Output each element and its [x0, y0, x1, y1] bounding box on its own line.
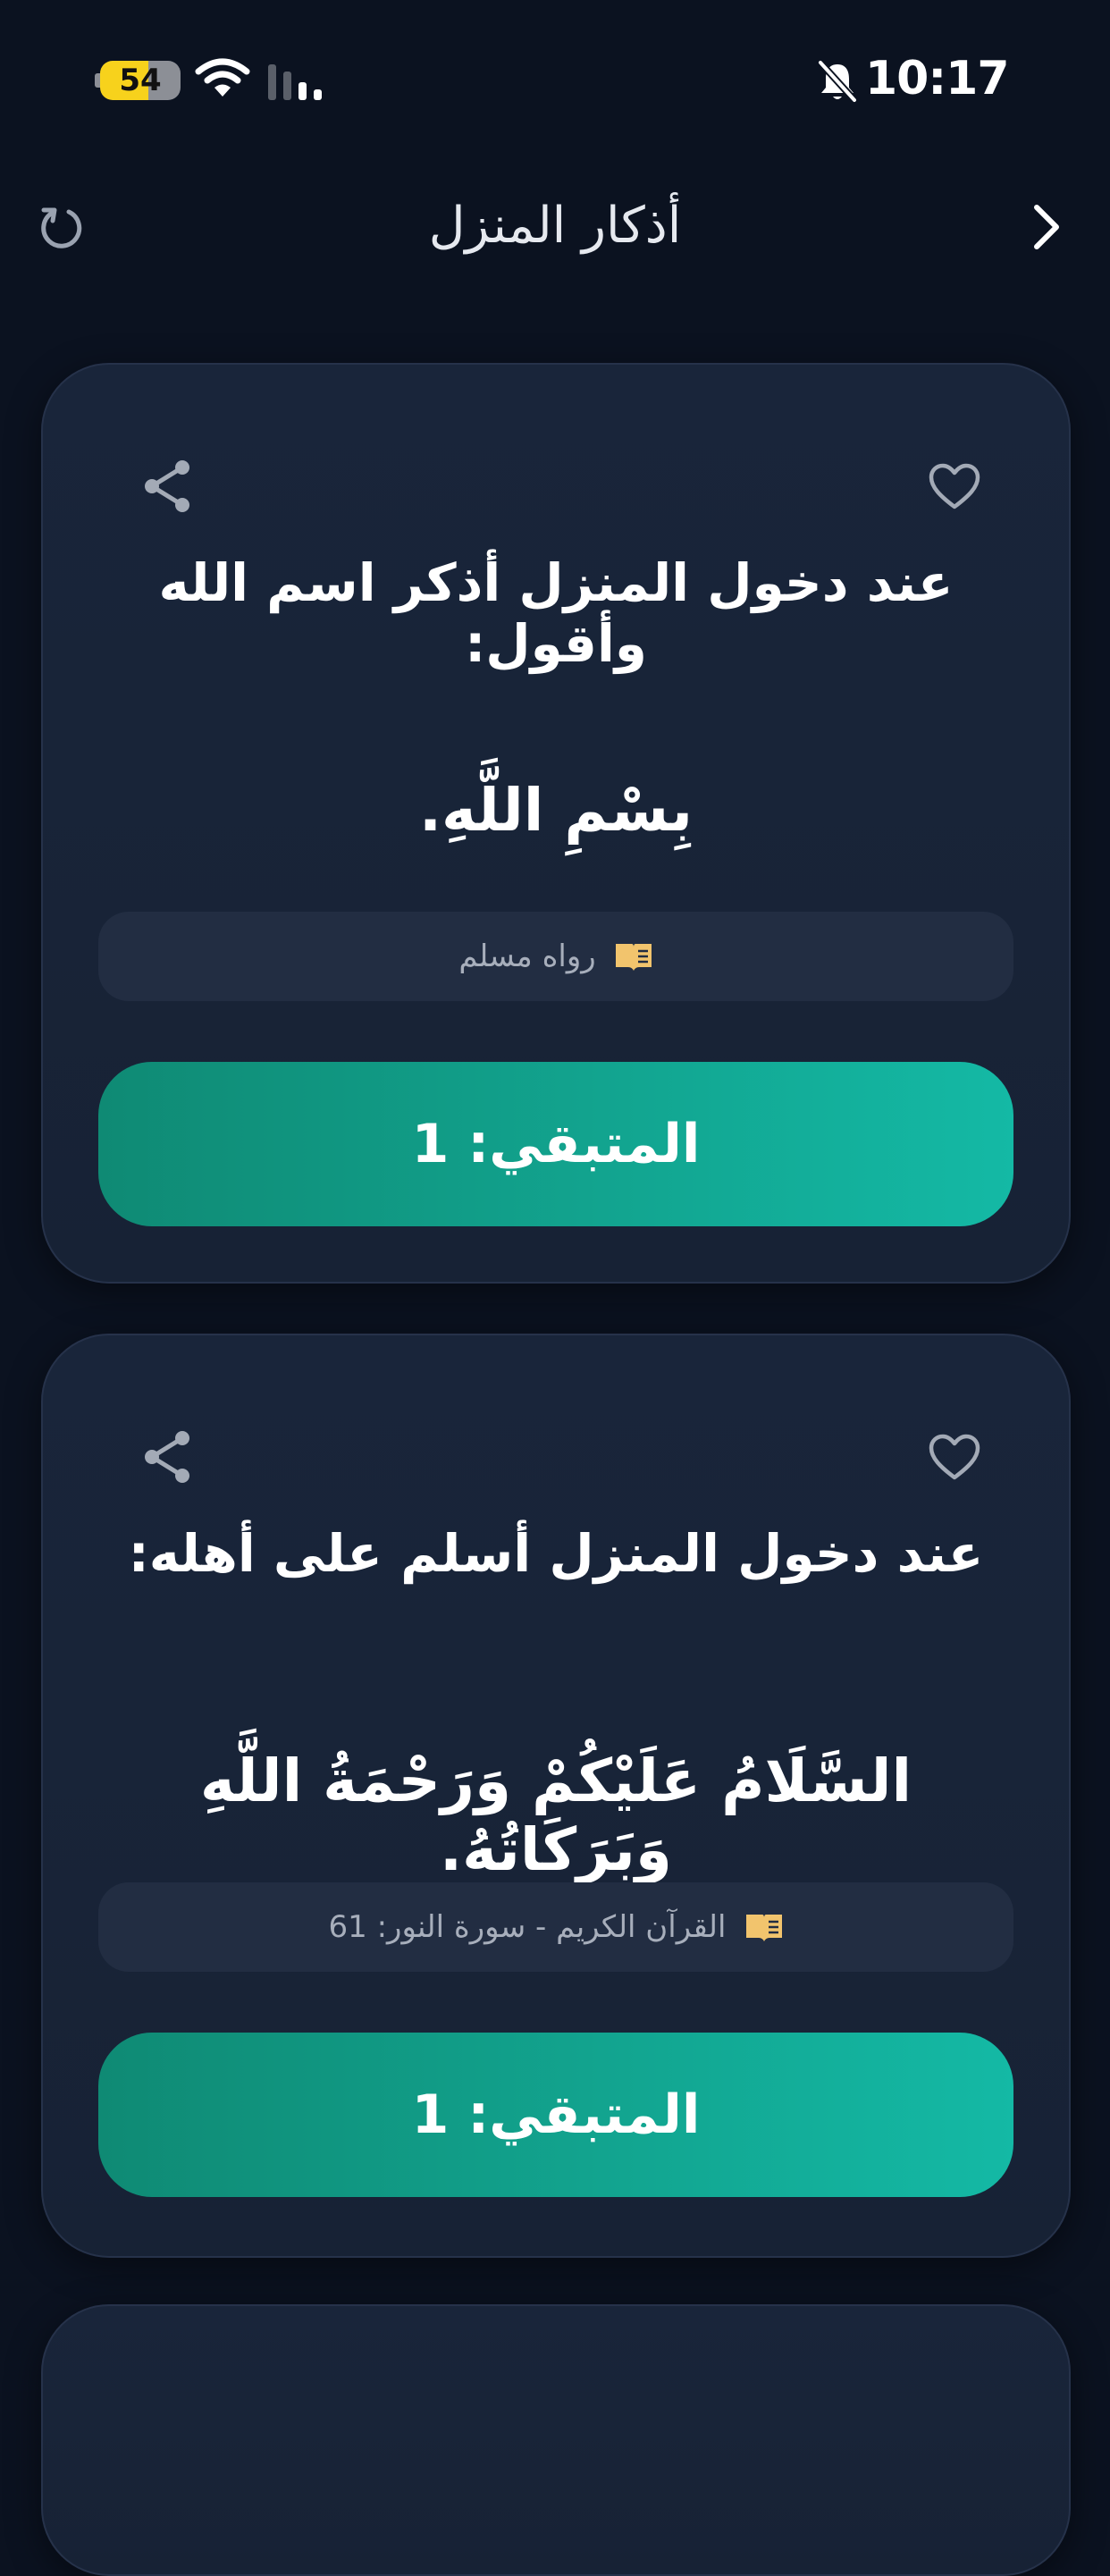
dhikr-text: السَّلَامُ عَلَيْكُمْ وَرَحْمَةُ اللَّهِ…	[199, 1747, 912, 1884]
forward-button[interactable]	[1017, 198, 1074, 256]
favorite-button[interactable]	[919, 450, 990, 522]
heart-icon	[929, 463, 980, 509]
share-button[interactable]	[132, 2392, 204, 2463]
favorite-button[interactable]	[919, 1421, 990, 1493]
dhikr-card: عند دخول المنزل أسلم على أهله: السَّلَام…	[41, 1334, 1071, 2258]
counter-button[interactable]: المتبقي: 1	[98, 1062, 1013, 1226]
page-title: أذكار المنزل	[428, 197, 682, 255]
share-icon	[145, 460, 189, 512]
source-text: رواه مسلم	[458, 939, 596, 974]
header: أذكار المنزل	[0, 179, 1110, 277]
share-button[interactable]	[132, 450, 204, 522]
battery-indicator: 54	[100, 61, 181, 100]
dhikr-heading: عند دخول المنزل أسلم على أهله:	[128, 1523, 984, 1584]
source-pill: القرآن الكريم - سورة النور: 61	[98, 1882, 1013, 1972]
status-time: 10:17	[865, 52, 1010, 105]
counter-button[interactable]: المتبقي: 1	[98, 2033, 1013, 2197]
dhikr-card: عند دخول المنزل أذكر اسم الله وأقول: بِس…	[41, 363, 1071, 1284]
dhikr-card	[41, 2304, 1071, 2576]
book-icon	[614, 940, 653, 972]
bell-slash-icon	[817, 59, 858, 107]
chevron-right-icon	[1034, 205, 1059, 249]
share-icon	[145, 1431, 189, 1483]
dhikr-text: بِسْمِ اللَّهِ.	[418, 776, 694, 845]
dhikr-heading: عند دخول المنزل أذكر اسم الله وأقول:	[158, 552, 954, 674]
book-icon	[744, 1911, 784, 1943]
share-button[interactable]	[132, 1421, 204, 1493]
source-pill: رواه مسلم	[98, 912, 1013, 1001]
cellular-signal-icon	[266, 63, 324, 105]
battery-level: 54	[119, 63, 162, 98]
source-text: القرآن الكريم - سورة النور: 61	[328, 1909, 727, 1945]
wifi-icon	[195, 57, 250, 104]
status-bar: 54 10:17	[0, 0, 1110, 161]
heart-icon	[929, 1434, 980, 1480]
